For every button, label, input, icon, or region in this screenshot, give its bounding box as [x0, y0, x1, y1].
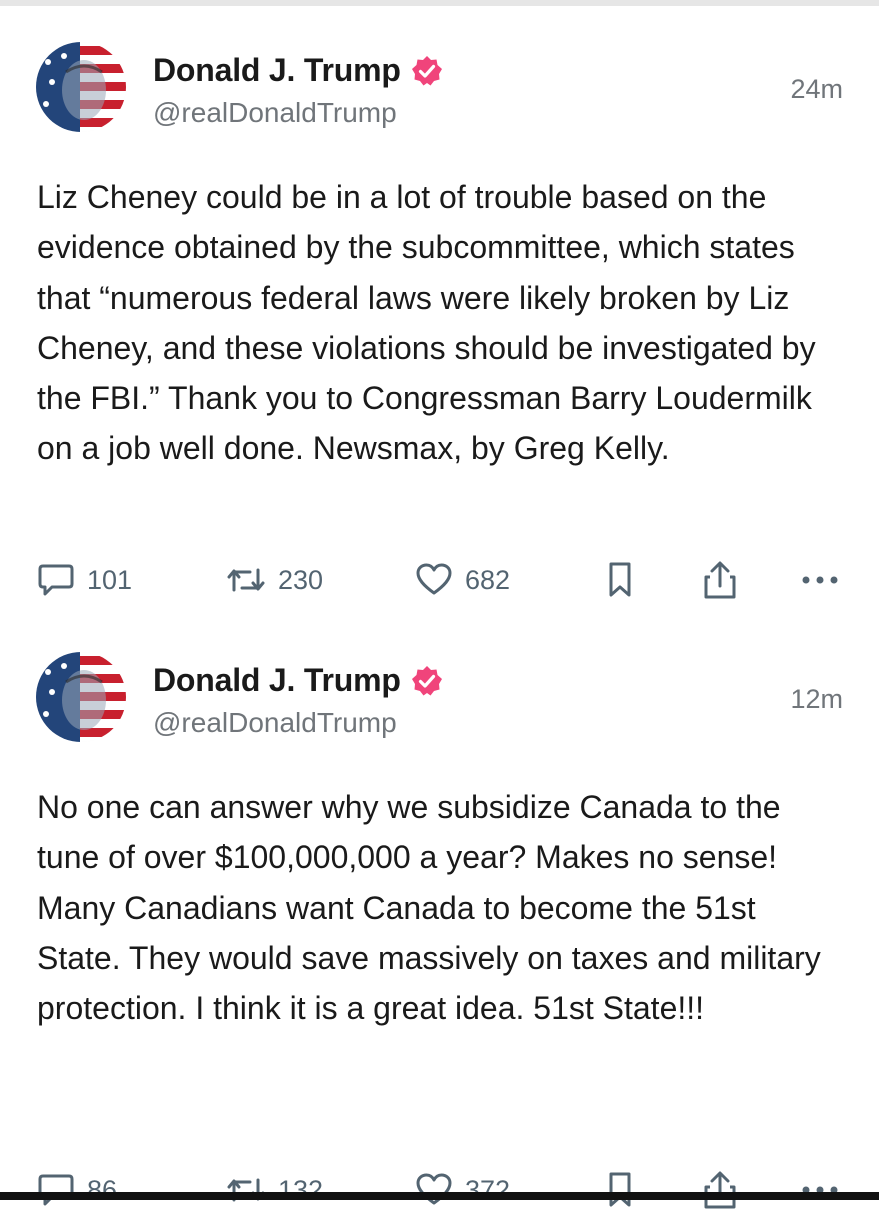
ellipsis-icon	[800, 574, 840, 586]
repost-arrows-icon	[226, 1172, 266, 1208]
more-options-button[interactable]	[800, 1168, 840, 1212]
like-button[interactable]: 682	[415, 558, 510, 602]
post-actions: 101 230 682	[0, 558, 879, 602]
speech-bubble-icon	[37, 562, 75, 598]
post-text: Liz Cheney could be in a lot of trouble …	[37, 179, 816, 467]
bookmark-icon	[605, 1171, 635, 1209]
post-timestamp[interactable]: 12m	[790, 684, 843, 715]
bottom-edge-bar	[0, 1192, 879, 1200]
more-options-button[interactable]	[800, 558, 840, 602]
repost-button[interactable]: 132	[226, 1168, 323, 1212]
verified-badge-icon	[411, 665, 443, 697]
author-name[interactable]: Donald J. Trump	[153, 52, 401, 89]
reply-count: 101	[87, 564, 133, 595]
avatar[interactable]	[36, 42, 126, 132]
verified-badge-icon	[411, 55, 443, 87]
author-handle[interactable]: @realDonaldTrump	[153, 97, 397, 129]
repost-button[interactable]: 230	[226, 558, 323, 602]
author-handle[interactable]: @realDonaldTrump	[153, 707, 397, 739]
heart-icon	[415, 1172, 453, 1208]
repost-arrows-icon	[226, 562, 266, 598]
reply-button[interactable]: 101	[37, 558, 132, 602]
bookmark-icon	[605, 561, 635, 599]
bookmark-button[interactable]	[605, 558, 635, 602]
share-button[interactable]	[702, 558, 738, 602]
heart-icon	[415, 562, 453, 598]
post-actions: 86 132 372	[0, 1168, 879, 1212]
like-button[interactable]: 372	[415, 1168, 510, 1212]
post-timestamp[interactable]: 24m	[790, 74, 843, 105]
post-text: No one can answer why we subsidize Canad…	[37, 789, 821, 1027]
speech-bubble-icon	[37, 1172, 75, 1208]
share-upload-icon	[702, 560, 738, 600]
bookmark-button[interactable]	[605, 1168, 635, 1212]
share-button[interactable]	[702, 1168, 738, 1212]
like-count: 682	[465, 564, 511, 595]
like-count: 372	[465, 1174, 511, 1205]
share-upload-icon	[702, 1170, 738, 1210]
reply-count: 86	[87, 1174, 118, 1205]
author-name[interactable]: Donald J. Trump	[153, 662, 401, 699]
top-border	[0, 0, 879, 6]
avatar[interactable]	[36, 652, 126, 742]
reply-button[interactable]: 86	[37, 1168, 117, 1212]
repost-count: 132	[278, 1174, 324, 1205]
repost-count: 230	[278, 564, 324, 595]
